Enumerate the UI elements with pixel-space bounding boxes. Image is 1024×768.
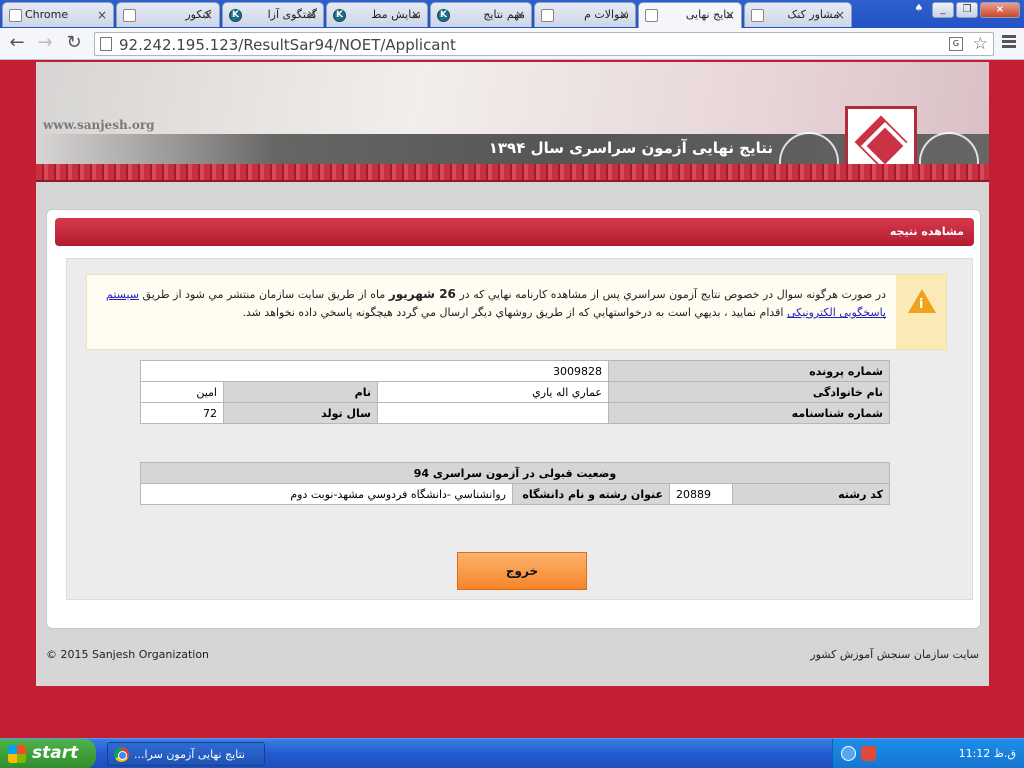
field-value: روانشناسي -دانشگاه فردوسي مشهد-نوبت دوم <box>140 483 513 505</box>
browser-toolbar: ← → ↻ 92.242.195.123/ResultSar94/NOET/Ap… <box>0 28 1024 60</box>
page-icon <box>100 37 112 51</box>
minimize-icon[interactable]: _ <box>932 2 954 18</box>
tab-moshaver[interactable]: مشاور کنک × <box>744 2 852 27</box>
window-controls: ♠ _ ❐ × <box>908 2 1020 20</box>
admission-table: وضعيت قبولی در آزمون سراسری 94 كد رشته 2… <box>140 462 890 505</box>
chrome-icon <box>114 747 129 762</box>
applicant-table: شماره پرونده 3009828 نام خانوادگی عماري … <box>140 360 890 424</box>
k-icon: K <box>437 9 450 22</box>
table-row: وضعيت قبولی در آزمون سراسری 94 <box>140 462 890 484</box>
translate-icon[interactable]: G <box>949 37 963 51</box>
family-label: نام خانوادگی <box>608 381 890 403</box>
brand-url: www.sanjesh.org <box>43 118 155 132</box>
table-row: شماره پرونده 3009828 <box>140 360 890 382</box>
name-value: امين <box>140 381 224 403</box>
menu-icon[interactable] <box>1002 35 1016 50</box>
panel-body: i در صورت هرگونه سوال در خصوص نتايج آزمو… <box>66 258 973 600</box>
tab-soalat[interactable]: سوالات م × <box>534 2 636 27</box>
page-icon <box>9 9 22 22</box>
windows-logo-icon <box>8 745 26 763</box>
close-icon[interactable]: × <box>411 8 421 22</box>
clock[interactable]: ق.ظ 11:12 <box>959 747 1016 760</box>
tab-mohem[interactable]: K مهم نتایج × <box>430 2 532 27</box>
table-row: كد رشته 20889 عنوان رشته و نام دانشگاه ر… <box>140 483 890 505</box>
tab-goftegoo[interactable]: K گفتگوی آزا × <box>222 2 324 27</box>
windows-taskbar: start نتایج نهایی آزمون سرا... EN ? ق.ظ … <box>0 738 1024 768</box>
admission-header: وضعيت قبولی در آزمون سراسری 94 <box>140 462 890 484</box>
user-icon[interactable]: ♠ <box>908 2 930 18</box>
site-name: سايت سازمان سنجش آموزش كشور <box>810 648 979 661</box>
close-icon[interactable]: × <box>97 8 107 22</box>
back-icon[interactable]: ← <box>7 34 27 54</box>
page-icon <box>541 9 554 22</box>
tab-chrome[interactable]: Chrome × <box>2 2 114 27</box>
start-button[interactable]: start <box>0 739 96 768</box>
notice-text: در صورت هرگونه سوال در خصوص نتايج آزمون … <box>106 287 886 319</box>
birth-label: سال تولد <box>223 402 378 424</box>
copyright-text: © 2015 Sanjesh Organization <box>46 648 210 661</box>
reload-icon[interactable]: ↻ <box>64 34 84 54</box>
page-icon <box>751 9 764 22</box>
close-icon[interactable]: × <box>515 8 525 22</box>
page-container: www.sanjesh.org نتايج نهايی آزمون سراسری… <box>36 62 989 686</box>
page-footer: © 2015 Sanjesh Organization سايت سازمان … <box>36 638 989 686</box>
system-tray: ق.ظ 11:12 <box>832 739 1024 768</box>
table-row: نام خانوادگی عماري اله ياري نام امين <box>140 381 890 403</box>
url-text[interactable]: 92.242.195.123/ResultSar94/NOET/Applican… <box>119 36 456 54</box>
panel-title: مشاهده نتيجه <box>889 225 964 238</box>
decorative-strip <box>36 164 989 182</box>
close-icon[interactable]: × <box>203 8 213 22</box>
exit-button[interactable]: خروج <box>457 552 587 590</box>
file-no-label: شماره پرونده <box>608 360 890 382</box>
notice-box: i در صورت هرگونه سوال در خصوص نتايج آزمو… <box>86 274 947 350</box>
star-icon[interactable]: ☆ <box>973 34 988 54</box>
table-row: شماره شناسنامه سال تولد 72 <box>140 402 890 424</box>
forward-icon[interactable]: → <box>35 34 55 54</box>
field-label: عنوان رشته و نام دانشگاه <box>512 483 670 505</box>
close-icon[interactable]: × <box>725 8 735 22</box>
id-value <box>377 402 609 424</box>
family-value: عماري اله ياري <box>377 381 609 403</box>
code-value: 20889 <box>669 483 733 505</box>
page-icon <box>123 9 136 22</box>
browser-tab-strip: Chrome × کنکور × K گفتگوی آزا × K نمایش … <box>0 0 1024 28</box>
tab-konkur[interactable]: کنکور × <box>116 2 220 27</box>
tab-namayesh[interactable]: K نمایش مط × <box>326 2 428 27</box>
name-label: نام <box>223 381 378 403</box>
panel-header: مشاهده نتيجه <box>55 218 974 246</box>
result-panel: مشاهده نتيجه i در صورت هرگونه سوال در خص… <box>46 209 981 629</box>
tab-label: مشاور کنک <box>787 8 839 21</box>
close-icon[interactable]: × <box>835 8 845 22</box>
taskbar-chrome-item[interactable]: نتایج نهایی آزمون سرا... <box>107 742 265 766</box>
address-bar[interactable]: 92.242.195.123/ResultSar94/NOET/Applican… <box>94 32 994 56</box>
window-close-icon[interactable]: × <box>980 2 1020 18</box>
tab-label: نتایج نهایی <box>685 8 733 21</box>
page-icon <box>645 9 658 22</box>
banner-title: نتايج نهايی آزمون سراسری سال ۱۳۹۴ <box>488 139 773 157</box>
tab-label: کنکور <box>185 8 211 21</box>
tab-natayej-active[interactable]: نتایج نهایی × <box>638 2 742 28</box>
file-no-value: 3009828 <box>140 360 609 382</box>
code-label: كد رشته <box>732 483 890 505</box>
close-icon[interactable]: × <box>307 8 317 22</box>
tab-label: Chrome <box>25 8 69 21</box>
antivirus-shield-icon[interactable] <box>861 746 876 761</box>
birth-value: 72 <box>140 402 224 424</box>
id-label: شماره شناسنامه <box>608 402 890 424</box>
warning-box: i <box>896 275 946 349</box>
k-icon: K <box>333 9 346 22</box>
restore-icon[interactable]: ❐ <box>956 2 978 18</box>
k-icon: K <box>229 9 242 22</box>
close-icon[interactable]: × <box>619 8 629 22</box>
show-hidden-icons-icon[interactable] <box>841 746 856 761</box>
notice-date: 26 شهريور <box>388 287 456 301</box>
